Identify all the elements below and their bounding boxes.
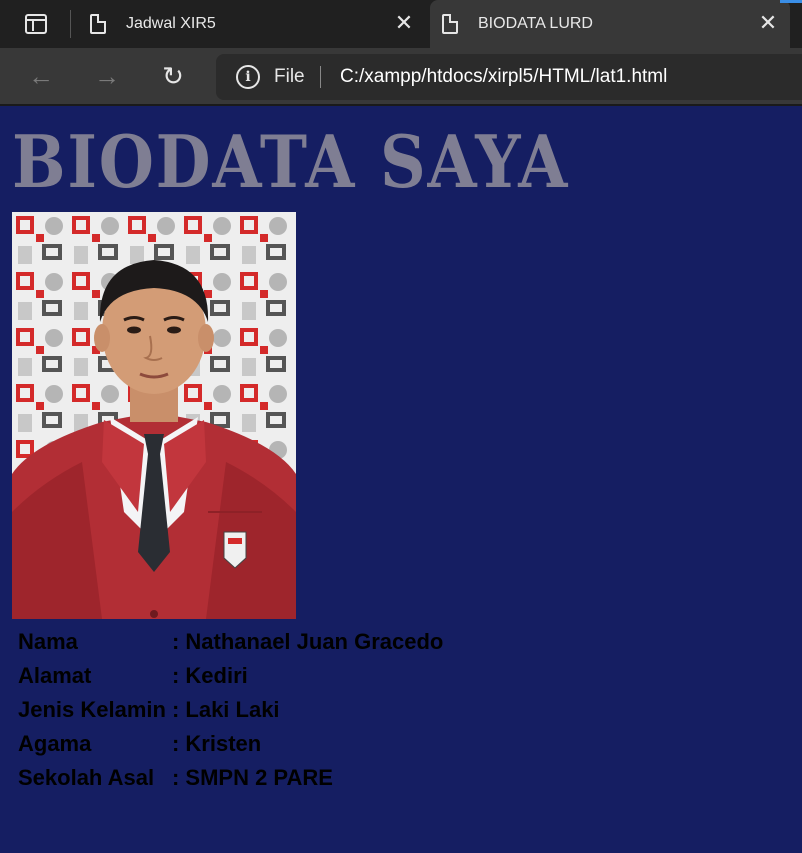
table-row: Agama : Kristen — [16, 728, 445, 760]
field-value: : Laki Laki — [171, 697, 280, 722]
field-value: : SMPN 2 PARE — [171, 765, 333, 790]
biodata-table: Nama : Nathanael Juan Gracedo Alamat : K… — [14, 624, 447, 796]
table-row: Jenis Kelamin : Laki Laki — [16, 694, 445, 726]
address-bar[interactable]: i File C:/xampp/htdocs/xirpl5/HTML/lat1.… — [216, 54, 802, 100]
field-label: Jenis Kelamin — [18, 697, 166, 722]
tab-jadwal[interactable]: Jadwal XIR5 ✕ — [78, 0, 426, 48]
profile-photo — [12, 212, 296, 619]
tab-title: BIODATA LURD — [478, 15, 593, 32]
close-icon[interactable]: ✕ — [756, 12, 780, 36]
page-icon — [90, 14, 106, 34]
field-label: Agama — [18, 731, 92, 756]
field-value: : Kediri — [171, 663, 248, 688]
reload-icon[interactable]: ↻ — [158, 62, 188, 92]
close-icon[interactable]: ✕ — [392, 12, 416, 36]
scheme-label: File — [274, 66, 305, 87]
table-row: Nama : Nathanael Juan Gracedo — [16, 626, 445, 658]
tab-strip: Jadwal XIR5 ✕ BIODATA LURD ✕ — [0, 0, 802, 48]
field-value: : Kristen — [171, 731, 262, 756]
tab-actions-icon — [25, 14, 47, 34]
page-icon — [442, 14, 458, 34]
info-icon[interactable]: i — [236, 65, 260, 89]
table-row: Alamat : Kediri — [16, 660, 445, 692]
field-label: Alamat — [18, 663, 92, 688]
tab-title: Jadwal XIR5 — [126, 15, 216, 32]
navigation-toolbar: ← → ↻ i File C:/xampp/htdocs/xirpl5/HTML… — [0, 48, 802, 106]
accent-bar — [780, 0, 802, 3]
url-text[interactable]: C:/xampp/htdocs/xirpl5/HTML/lat1.html — [340, 66, 667, 88]
back-arrow-icon[interactable]: ← — [26, 62, 56, 92]
field-value: : Nathanael Juan Gracedo — [171, 629, 444, 654]
forward-arrow-icon[interactable]: → — [92, 62, 122, 92]
tab-actions-button[interactable] — [14, 12, 58, 36]
address-separator — [320, 66, 321, 88]
table-row: Sekolah Asal : SMPN 2 PARE — [16, 762, 445, 794]
tab-biodata[interactable]: BIODATA LURD ✕ — [430, 0, 790, 48]
tab-separator — [70, 10, 71, 38]
page-title: BIODATA SAYA — [12, 119, 570, 204]
field-label: Nama — [18, 629, 78, 654]
field-label: Sekolah Asal — [18, 765, 155, 790]
